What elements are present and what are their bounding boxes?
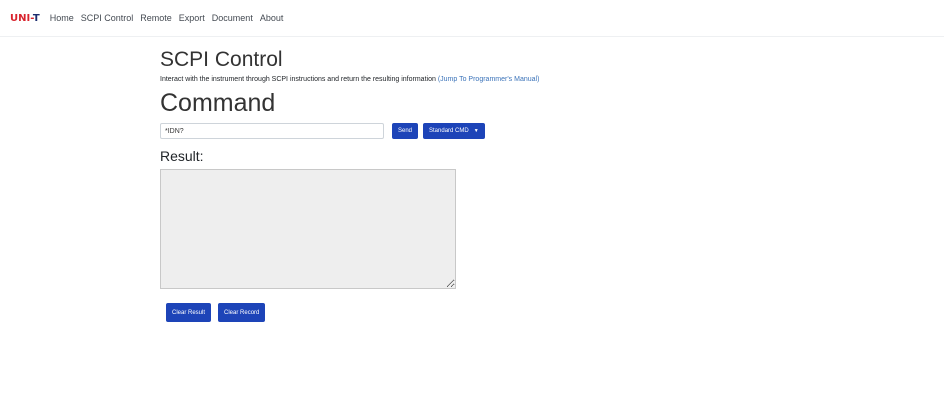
nav-export[interactable]: Export: [179, 13, 205, 23]
clear-result-button[interactable]: Clear Result: [166, 303, 212, 322]
standard-cmd-label: Standard CMD: [429, 128, 469, 134]
result-textarea[interactable]: [160, 169, 456, 289]
standard-cmd-dropdown[interactable]: Standard CMD ▼: [423, 123, 485, 139]
result-label: Result:: [160, 148, 204, 164]
programmers-manual-link[interactable]: (Jump To Programmer's Manual): [438, 76, 540, 83]
nav-document[interactable]: Document: [212, 13, 253, 23]
page-title: SCPI Control: [160, 48, 283, 71]
command-heading: Command: [160, 89, 276, 117]
result-actions: Clear Result Clear Record: [166, 303, 800, 322]
main-content: SCPI Control Interact with the instrumen…: [160, 40, 800, 322]
brand-logo[interactable]: UNI-T: [10, 13, 40, 24]
nav-scpi-control[interactable]: SCPI Control: [81, 13, 134, 23]
intro-text: Interact with the instrument through SCP…: [160, 76, 436, 83]
clear-record-button[interactable]: Clear Record: [218, 303, 266, 322]
nav-remote[interactable]: Remote: [140, 13, 172, 23]
top-navbar: UNI-T Home SCPI Control Remote Export Do…: [0, 0, 944, 37]
page-intro: Interact with the instrument through SCP…: [160, 76, 800, 83]
nav-links: Home SCPI Control Remote Export Document…: [50, 13, 291, 23]
send-button[interactable]: Send: [392, 123, 419, 139]
command-input[interactable]: [160, 123, 384, 139]
caret-down-icon: ▼: [473, 128, 479, 134]
command-row: Send Standard CMD ▼: [160, 123, 800, 139]
nav-about[interactable]: About: [260, 13, 284, 23]
nav-home[interactable]: Home: [50, 13, 74, 23]
